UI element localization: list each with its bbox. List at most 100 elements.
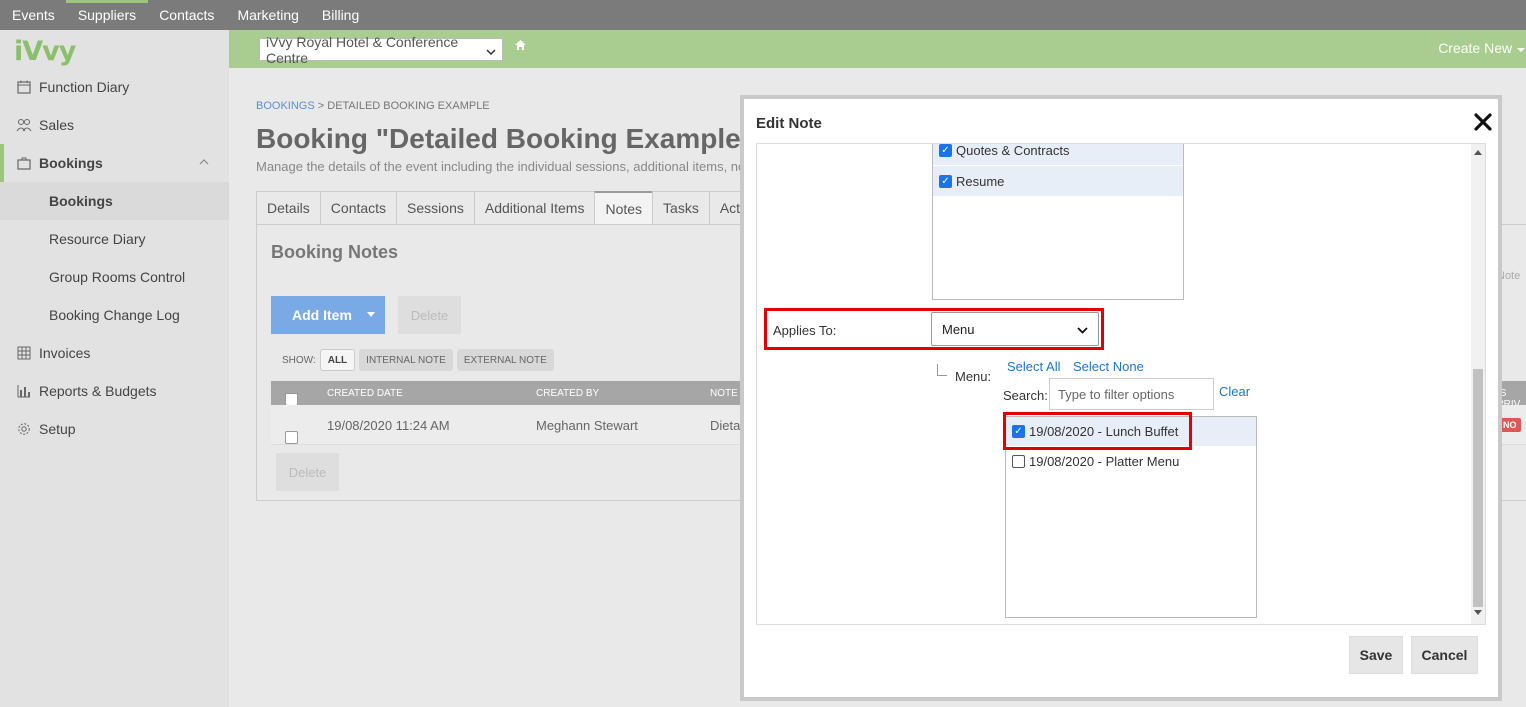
sidebar-subitem-bookings[interactable]: Bookings xyxy=(0,182,229,220)
breadcrumb-separator: > xyxy=(317,100,325,112)
list-item[interactable]: ✓ Quotes & Contracts xyxy=(933,143,1183,166)
sidebar-item-label: Setup xyxy=(39,421,76,437)
sidebar-item-label: Reports & Budgets xyxy=(39,383,157,399)
sidebar-item-label: Function Diary xyxy=(39,79,130,95)
sidebar-subitem-group-rooms-control[interactable]: Group Rooms Control xyxy=(0,258,229,296)
list-item-label: Resume xyxy=(956,173,1005,189)
top-nav: Events Suppliers Contacts Marketing Bill… xyxy=(0,0,1526,30)
chevron-down-icon xyxy=(1077,322,1088,337)
filter-options-input[interactable] xyxy=(1049,378,1214,410)
tab-additional-items[interactable]: Additional Items xyxy=(473,191,595,225)
gear-icon xyxy=(16,421,32,437)
applies-to-value: Menu xyxy=(942,321,975,337)
column-created-by[interactable]: CREATED BY xyxy=(536,388,599,399)
highlight-box-lunch-buffet xyxy=(1003,412,1192,450)
chevron-up-icon[interactable] xyxy=(199,156,209,168)
document-type-list[interactable]: ✓ Quotes & Contracts ✓ Resume xyxy=(932,143,1184,300)
close-icon[interactable] xyxy=(1474,107,1492,138)
filter-all[interactable]: ALL xyxy=(319,349,356,371)
page-subtitle: Manage the details of the event includin… xyxy=(256,159,746,174)
sidebar-item-sales[interactable]: Sales xyxy=(0,106,229,144)
tab-tasks[interactable]: Tasks xyxy=(652,191,709,225)
applies-to-label: Applies To: xyxy=(773,323,837,338)
row-created-date: 19/08/2020 11:24 AM xyxy=(327,418,450,433)
ivvy-logo[interactable]: iVvy xyxy=(14,36,76,67)
select-all-link[interactable]: Select All xyxy=(1007,359,1060,374)
sidebar-item-reports-budgets[interactable]: Reports & Budgets xyxy=(0,372,229,410)
tab-sessions[interactable]: Sessions xyxy=(396,191,474,225)
sidebar-item-label: Sales xyxy=(39,117,75,133)
select-none-link[interactable]: Select None xyxy=(1073,359,1144,374)
modal-body: ✓ Quotes & Contracts ✓ Resume Applies To… xyxy=(756,143,1486,625)
delete-button-bottom[interactable]: Delete xyxy=(276,453,339,491)
caret-down-icon xyxy=(1516,40,1526,56)
calendar-icon xyxy=(16,79,32,95)
list-item-label: Quotes & Contracts xyxy=(956,143,1070,158)
cancel-button[interactable]: Cancel xyxy=(1411,636,1478,674)
create-new-label: Create New xyxy=(1438,40,1513,56)
breadcrumb-bookings-link[interactable]: BOOKINGS xyxy=(256,100,315,112)
nav-events[interactable]: Events xyxy=(12,0,55,30)
tree-connector xyxy=(937,364,947,376)
modal-scrollbar[interactable] xyxy=(1471,144,1485,624)
row-created-by: Meghann Stewart xyxy=(536,418,638,433)
add-item-label: Add Item xyxy=(292,307,352,323)
nav-marketing[interactable]: Marketing xyxy=(237,0,298,30)
sidebar: iVvy Function Diary Sales Bookings Booki… xyxy=(0,30,229,707)
breadcrumb-current: DETAILED BOOKING EXAMPLE xyxy=(327,100,490,112)
home-icon[interactable] xyxy=(514,39,527,54)
search-label: Search: xyxy=(1003,388,1048,403)
show-label: SHOW: xyxy=(282,354,316,366)
scroll-thumb[interactable] xyxy=(1473,369,1483,607)
venue-select[interactable]: iVvy Royal Hotel & Conference Centre xyxy=(259,34,503,66)
clear-link[interactable]: Clear xyxy=(1219,384,1250,399)
list-item[interactable]: 19/08/2020 - Platter Menu xyxy=(1006,447,1256,477)
delete-button[interactable]: Delete xyxy=(398,296,461,334)
checkbox-checked[interactable]: ✓ xyxy=(939,174,952,188)
scroll-down-arrow-icon[interactable] xyxy=(1474,610,1482,615)
grid-icon xyxy=(16,345,32,361)
sidebar-item-bookings[interactable]: Bookings xyxy=(0,144,229,182)
nav-billing[interactable]: Billing xyxy=(322,0,359,30)
column-note[interactable]: NOTE xyxy=(710,388,738,399)
bar-chart-icon xyxy=(16,383,32,399)
edit-note-modal: Edit Note ✓ Quotes & Contracts ✓ Resume … xyxy=(740,95,1502,701)
private-status-badge: NO xyxy=(1499,418,1521,432)
create-new-menu[interactable]: Create New xyxy=(1438,40,1526,56)
booking-tabs: Details Contacts Sessions Additional Ite… xyxy=(256,191,786,225)
breadcrumb: BOOKINGS > DETAILED BOOKING EXAMPLE xyxy=(256,100,490,112)
menu-label: Menu: xyxy=(955,369,992,384)
applies-to-select[interactable]: Menu xyxy=(931,312,1099,346)
sidebar-item-setup[interactable]: Setup xyxy=(0,410,229,448)
caret-down-icon xyxy=(367,312,375,317)
tab-contacts[interactable]: Contacts xyxy=(319,191,397,225)
booking-notes-title: Booking Notes xyxy=(271,242,399,262)
save-button[interactable]: Save xyxy=(1349,636,1403,674)
sidebar-subitem-booking-change-log[interactable]: Booking Change Log xyxy=(0,296,229,334)
header-bar: iVvy Royal Hotel & Conference Centre Cre… xyxy=(229,30,1526,68)
row-checkbox[interactable] xyxy=(285,431,298,444)
nav-contacts[interactable]: Contacts xyxy=(159,0,214,30)
sidebar-item-label: Bookings xyxy=(39,155,103,171)
sidebar-item-invoices[interactable]: Invoices xyxy=(0,334,229,372)
filter-external-note[interactable]: EXTERNAL NOTE xyxy=(456,349,554,371)
chevron-down-icon xyxy=(486,42,496,58)
filter-internal-note[interactable]: INTERNAL NOTE xyxy=(359,349,453,371)
venue-select-value: iVvy Royal Hotel & Conference Centre xyxy=(266,33,459,66)
checkbox-unchecked[interactable] xyxy=(1012,455,1025,468)
list-item-label: 19/08/2020 - Platter Menu xyxy=(1029,454,1180,469)
column-created-date[interactable]: CREATED DATE xyxy=(327,388,403,399)
modal-title: Edit Note xyxy=(756,115,822,132)
sidebar-subitem-resource-diary[interactable]: Resource Diary xyxy=(0,220,229,258)
checkbox-checked[interactable]: ✓ xyxy=(939,144,952,157)
sidebar-item-label: Invoices xyxy=(39,345,91,361)
tab-details[interactable]: Details xyxy=(256,191,320,225)
nav-suppliers[interactable]: Suppliers xyxy=(65,0,149,30)
add-item-button[interactable]: Add Item xyxy=(271,296,385,334)
page-title: Booking "Detailed Booking Example" xyxy=(256,123,754,154)
sidebar-item-function-diary[interactable]: Function Diary xyxy=(0,68,229,106)
scroll-up-arrow-icon[interactable] xyxy=(1474,150,1482,155)
tab-notes[interactable]: Notes xyxy=(594,191,653,225)
briefcase-icon xyxy=(16,155,32,171)
list-item[interactable]: ✓ Resume xyxy=(933,166,1183,197)
